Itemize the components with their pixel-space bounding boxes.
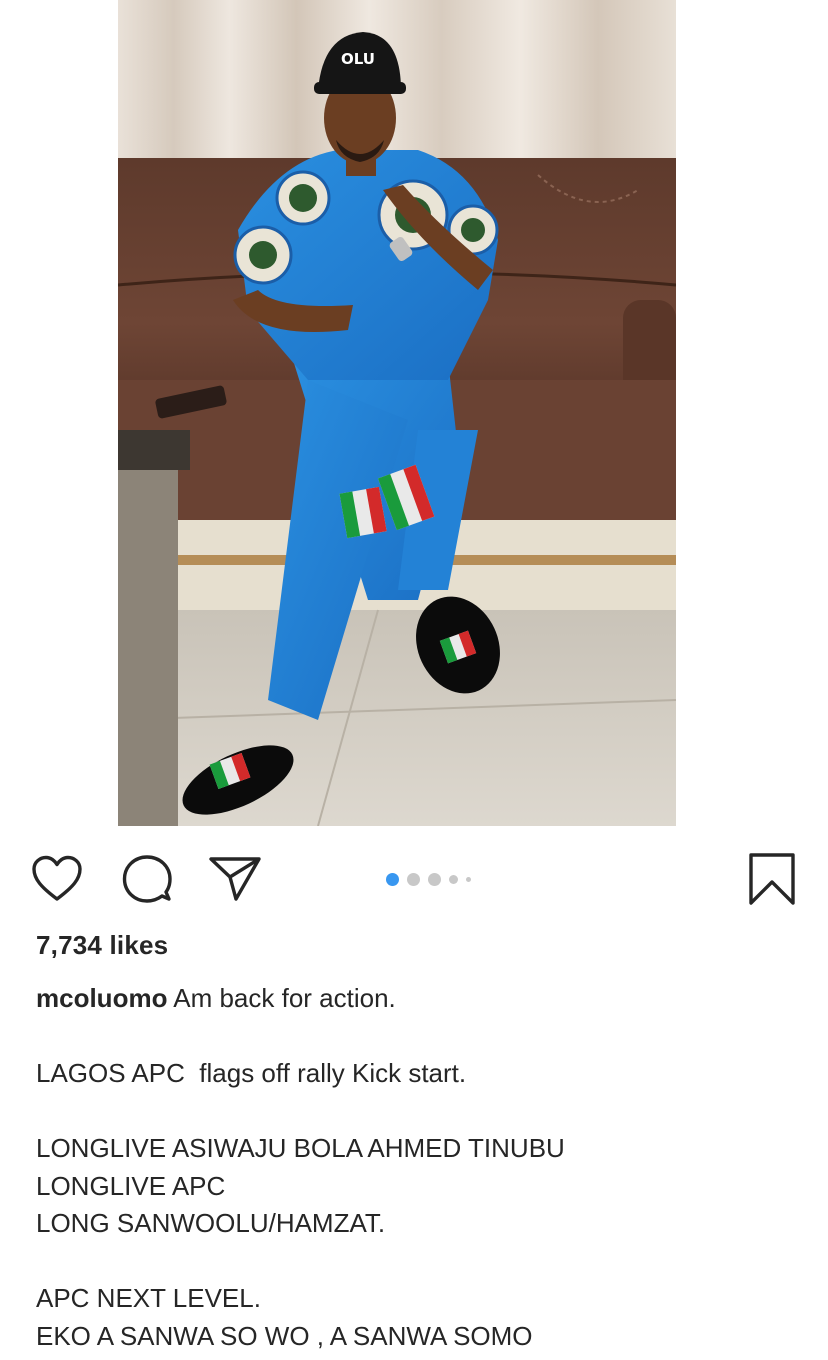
- caption-line: [36, 1243, 806, 1281]
- carousel-dot: [428, 872, 441, 886]
- svg-text:OLU: OLU: [341, 50, 375, 68]
- post-photo[interactable]: OLU: [118, 0, 676, 826]
- carousel-dot: [407, 872, 420, 886]
- post-caption: mcoluomo Am back for action. LAGOS APC f…: [36, 980, 806, 1355]
- caption-line: LAGOS APC flags off rally Kick start.: [36, 1058, 467, 1088]
- comment-icon: [122, 855, 172, 903]
- carousel-dot-active: [386, 872, 399, 886]
- post-photo-illustration: OLU: [118, 0, 676, 826]
- send-icon: [209, 857, 261, 901]
- caption-username[interactable]: mcoluomo: [36, 983, 167, 1013]
- caption-line: [36, 1093, 806, 1131]
- comment-button[interactable]: [120, 852, 174, 906]
- caption-first-line: mcoluomo Am back for action.: [36, 980, 806, 1018]
- caption-text: Am back for action.: [167, 983, 396, 1013]
- carousel-dot: [449, 874, 458, 884]
- caption-line: LONG SANWOOLU/HAMZAT.: [36, 1208, 386, 1238]
- bookmark-icon: [749, 853, 795, 905]
- caption-line: [36, 1018, 806, 1056]
- likes-count[interactable]: 7,734 likes: [36, 930, 168, 961]
- caption-line: LONGLIVE ASIWAJU BOLA AHMED TINUBU: [36, 1133, 565, 1163]
- like-button[interactable]: [30, 852, 84, 906]
- save-button[interactable]: [745, 852, 799, 906]
- caption-line: LONGLIVE APC: [36, 1170, 226, 1201]
- carousel-indicator: [386, 872, 471, 886]
- post-action-bar: [0, 846, 828, 910]
- carousel-dot: [466, 876, 471, 882]
- caption-line: APC NEXT LEVEL.: [36, 1283, 261, 1313]
- heart-icon: [32, 855, 82, 901]
- caption-line: EKO A SANWA SO WO , A SANWA SOMO: [36, 1320, 533, 1351]
- share-button[interactable]: [208, 852, 262, 906]
